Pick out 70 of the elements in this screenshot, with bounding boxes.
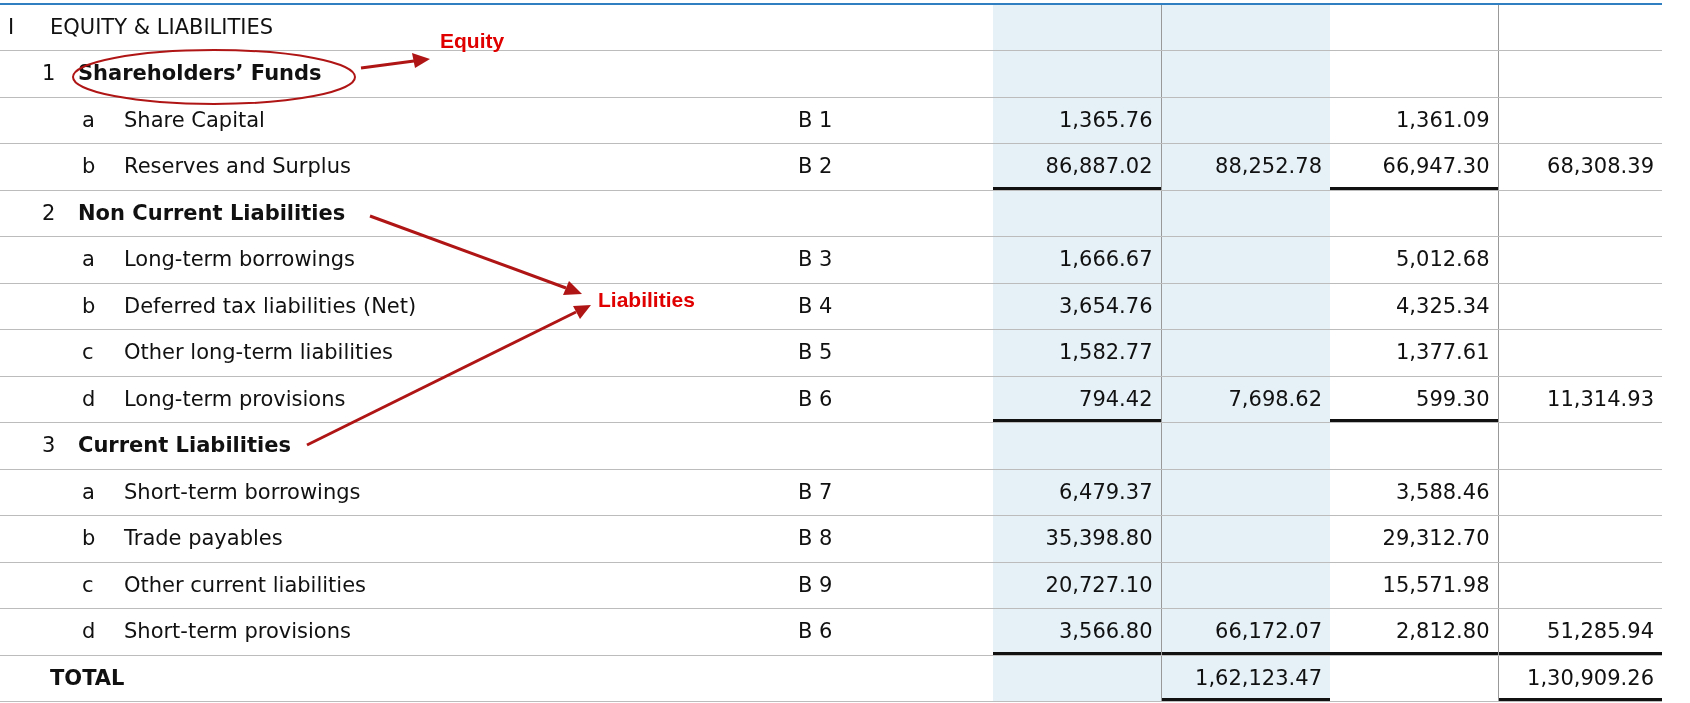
row-label: Other long-term liabilities xyxy=(124,340,394,364)
amount: 794.42 xyxy=(1079,386,1153,411)
amount: 1,582.77 xyxy=(1059,340,1153,364)
row-marker: 2 xyxy=(42,199,57,227)
row-label: Share Capital xyxy=(124,107,265,132)
note-ref: B 9 xyxy=(798,572,833,597)
amount: 11,314.93 xyxy=(1547,386,1654,411)
row-label: Trade payables xyxy=(124,526,283,550)
note-ref: B 7 xyxy=(798,479,833,504)
amount: 1,666.67 xyxy=(1059,247,1153,271)
row-marker: I xyxy=(8,13,16,41)
row-label: Reserves and Surplus xyxy=(124,154,351,178)
row-marker: 3 xyxy=(42,432,57,459)
row-marker: d xyxy=(82,618,97,645)
amount: 86,887.02 xyxy=(1045,154,1153,178)
amount: 20,727.10 xyxy=(1045,572,1153,597)
row-marker: a xyxy=(82,478,96,506)
arrow xyxy=(360,53,430,70)
row-label: Other current liabilities xyxy=(124,572,367,597)
amount: 4,325.34 xyxy=(1396,293,1490,318)
row-marker: b xyxy=(82,525,97,552)
amount: 66,947.30 xyxy=(1382,154,1490,178)
row-marker: d xyxy=(82,385,97,413)
row-label: Current Liabilities xyxy=(78,433,291,457)
amount: 599.30 xyxy=(1416,386,1490,411)
note-ref: B 2 xyxy=(798,154,833,178)
amount: 29,312.70 xyxy=(1382,526,1490,550)
row-label: Shareholders’ Funds xyxy=(78,61,322,85)
row-label: Deferred tax liabilities (Net) xyxy=(124,293,417,318)
amount: 6,479.37 xyxy=(1059,479,1153,504)
row-label: Short-term provisions xyxy=(124,619,351,643)
note-ref: B 1 xyxy=(798,107,833,132)
amount: 51,285.94 xyxy=(1547,619,1654,643)
note-ref: B 5 xyxy=(798,340,833,364)
row-marker: c xyxy=(82,571,95,599)
amount: 66,172.07 xyxy=(1215,619,1322,643)
annotation-label: Equity xyxy=(440,28,505,54)
amount: 1,365.76 xyxy=(1059,107,1153,132)
note-ref: B 8 xyxy=(798,526,833,550)
note-ref: B 3 xyxy=(798,247,833,271)
amount: 88,252.78 xyxy=(1215,154,1322,178)
amount: 3,654.76 xyxy=(1059,293,1153,318)
amount: 3,588.46 xyxy=(1396,479,1490,504)
row-label: Short-term borrowings xyxy=(124,479,361,504)
amount: 2,812.80 xyxy=(1396,619,1490,643)
amount: 68,308.39 xyxy=(1547,154,1654,178)
note-ref: B 4 xyxy=(798,293,833,318)
row-marker: a xyxy=(82,246,96,273)
row-marker: a xyxy=(82,106,96,134)
total-label: TOTAL xyxy=(50,665,125,690)
row-label: EQUITY & LIABILITIES xyxy=(50,14,274,39)
amount: 7,698.62 xyxy=(1228,386,1322,411)
annotation-label: Liabilities xyxy=(598,287,695,313)
row-label: Non Current Liabilities xyxy=(78,200,346,225)
amount: 1,377.61 xyxy=(1396,340,1490,364)
row-marker: 1 xyxy=(42,60,57,87)
row-label: Long-term provisions xyxy=(124,386,346,411)
note-ref: B 6 xyxy=(798,386,833,411)
row-marker: b xyxy=(82,292,97,320)
amount: 3,566.80 xyxy=(1059,619,1153,643)
amount: 15,571.98 xyxy=(1382,572,1490,597)
amount: 1,62,123.47 xyxy=(1195,665,1322,690)
row-label: Long-term borrowings xyxy=(124,247,355,271)
amount: 35,398.80 xyxy=(1045,526,1153,550)
amount: 1,361.09 xyxy=(1396,107,1490,132)
note-ref: B 6 xyxy=(798,619,833,643)
amount: 5,012.68 xyxy=(1396,247,1490,271)
row-marker: c xyxy=(82,339,95,366)
row-marker: b xyxy=(82,153,97,180)
amount: 1,30,909.26 xyxy=(1527,665,1654,690)
